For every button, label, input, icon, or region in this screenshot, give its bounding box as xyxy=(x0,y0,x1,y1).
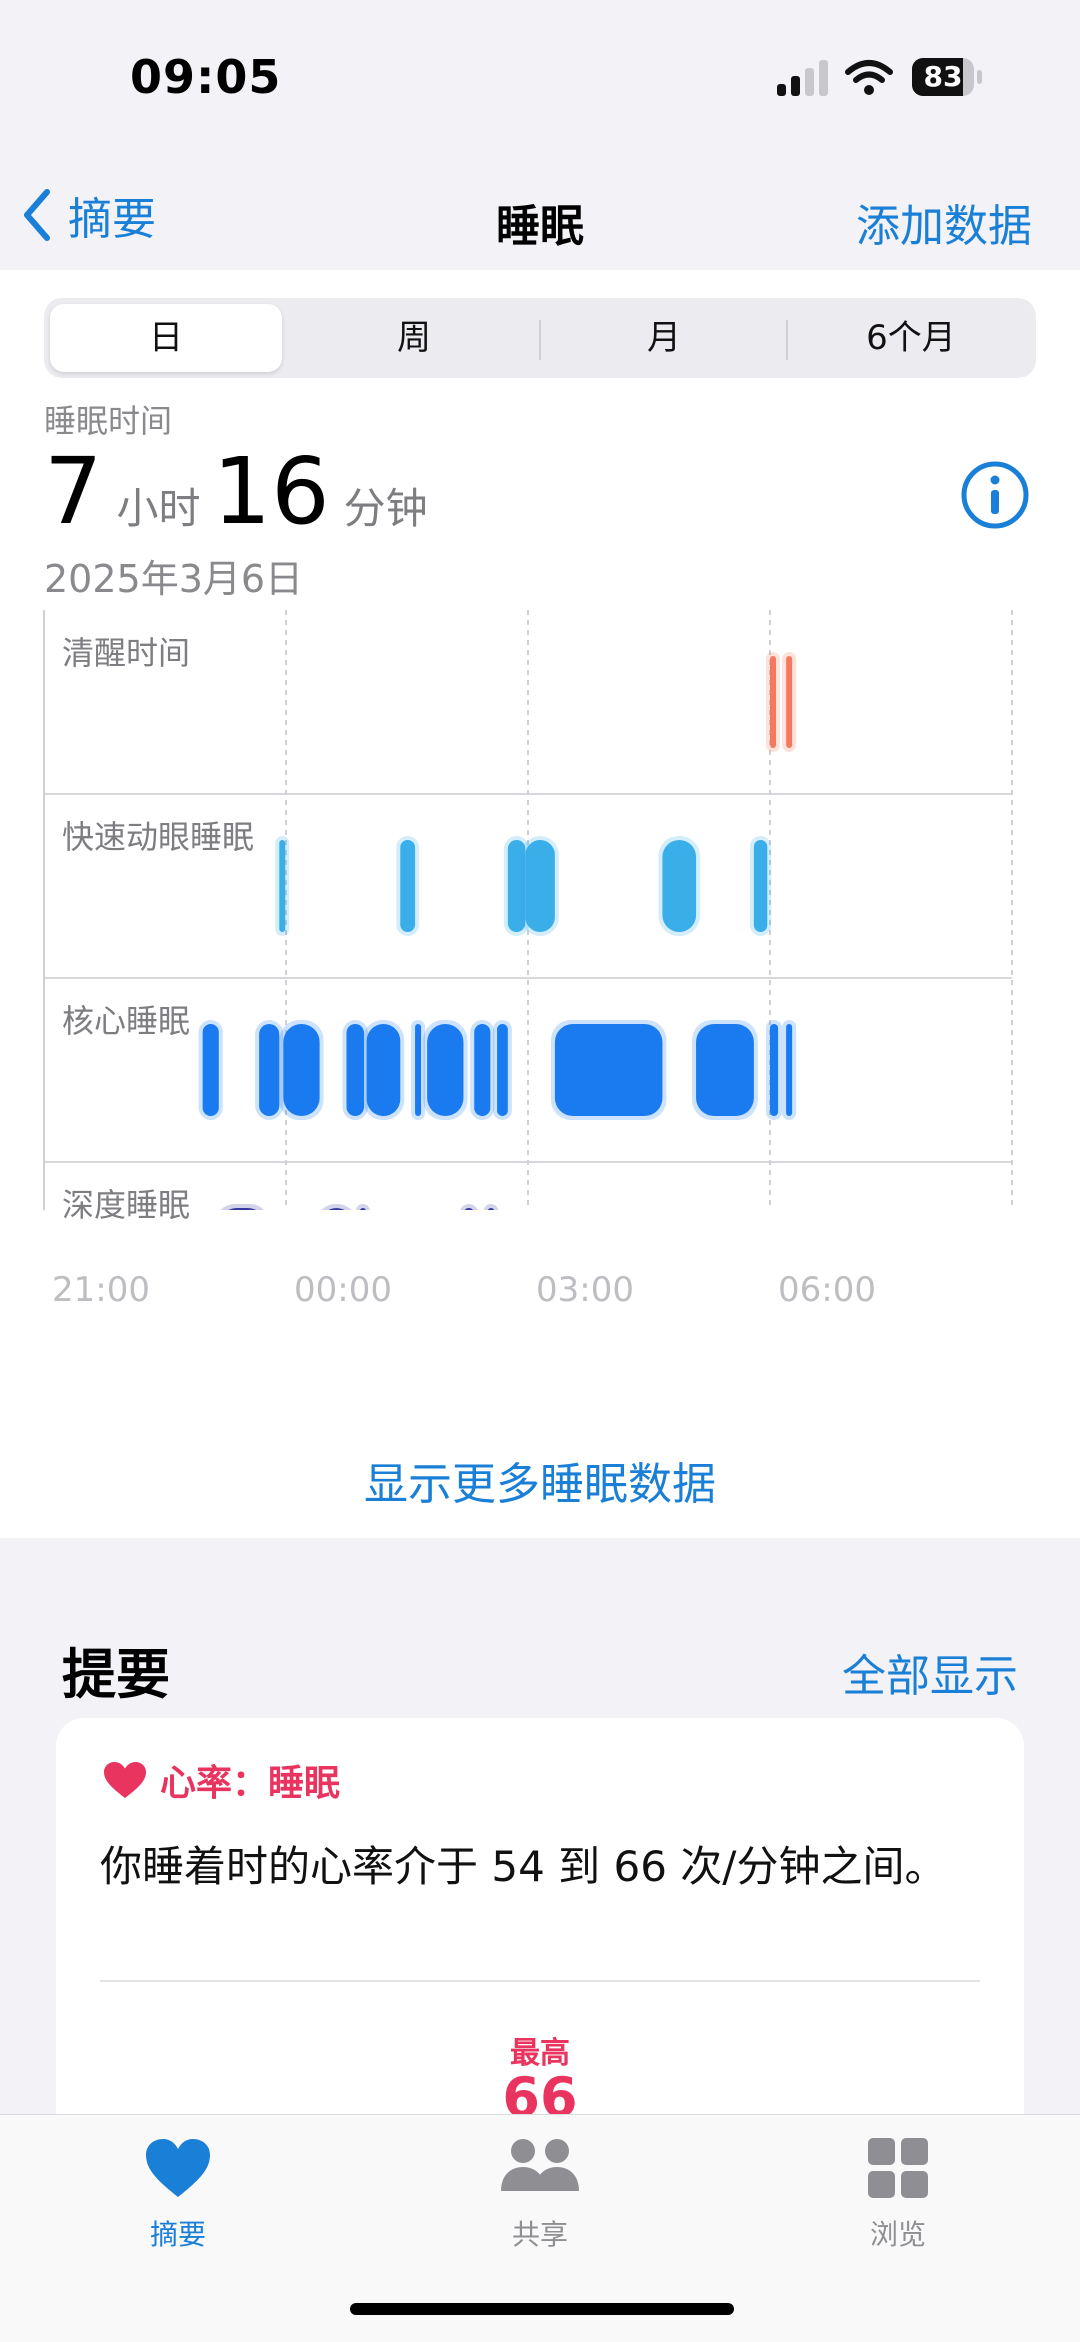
heart-icon xyxy=(104,1762,146,1798)
segment-day[interactable]: 日 xyxy=(50,304,282,372)
segment-month[interactable]: 月 xyxy=(544,304,784,372)
stage-label-core: 核心睡眠 xyxy=(62,1002,191,1040)
tab-summary-label: 摘要 xyxy=(149,2218,206,2251)
cellular-signal-icon xyxy=(777,60,828,96)
sleep-segment xyxy=(786,656,793,748)
tab-summary[interactable]: 摘要 xyxy=(88,2135,268,2253)
add-data-button[interactable]: 添加数据 xyxy=(856,190,1032,254)
hours-unit: 小时 xyxy=(116,484,201,533)
sleep-segment xyxy=(415,1024,422,1116)
card-divider xyxy=(100,1980,980,1982)
sleep-hours: 7 xyxy=(44,438,103,545)
sleep-date: 2025年3月6日 xyxy=(44,557,304,601)
home-indicator xyxy=(350,2303,734,2315)
tab-browse-label: 浏览 xyxy=(869,2218,926,2251)
grid-icon xyxy=(868,2138,928,2198)
sleep-card: 日 周 月 6个月 睡眠时间 7 小时 16 分钟 2025年3月6日 清醒时间… xyxy=(0,270,1080,1538)
stage-label-deep: 深度睡眠 xyxy=(62,1186,191,1224)
period-segmented-control: 日 周 月 6个月 xyxy=(44,298,1036,378)
sleep-duration: 7 小时 16 分钟 xyxy=(44,438,440,545)
sleep-segment xyxy=(283,1024,320,1116)
heart-icon xyxy=(146,2139,210,2197)
sleep-segment xyxy=(279,840,286,932)
battery-icon: 83 xyxy=(912,58,984,98)
x-tick-label: 03:00 xyxy=(536,1270,634,1310)
sleep-segment xyxy=(662,840,697,932)
people-icon xyxy=(501,2139,579,2191)
tab-sharing-label: 共享 xyxy=(511,2218,568,2251)
sleep-segment xyxy=(696,1024,754,1116)
tab-sharing[interactable]: 共享 xyxy=(450,2135,630,2253)
heart-rate-card-title: 心率：睡眠 xyxy=(160,1763,341,1804)
sleep-segment xyxy=(202,1024,219,1116)
segment-six-months[interactable]: 6个月 xyxy=(792,304,1030,372)
navigation-bar: 摘要 睡眠 添加数据 xyxy=(0,160,1080,270)
status-time: 09:05 xyxy=(130,50,282,104)
wifi-icon xyxy=(845,60,893,95)
sleep-chart-svg xyxy=(43,610,1013,1210)
x-tick-label: 06:00 xyxy=(778,1270,876,1310)
show-more-sleep-data-link[interactable]: 显示更多睡眠数据 xyxy=(0,1448,1080,1512)
sleep-segment xyxy=(346,1024,364,1116)
tab-browse[interactable]: 浏览 xyxy=(808,2135,988,2253)
sleep-segment xyxy=(366,1024,401,1116)
sleep-segment xyxy=(400,840,416,932)
sleep-segment xyxy=(753,840,768,932)
sleep-segment xyxy=(259,1024,280,1116)
stage-label-awake: 清醒时间 xyxy=(62,634,191,672)
sleep-segment xyxy=(770,1024,779,1116)
battery-level: 83 xyxy=(923,60,963,93)
sleep-segment xyxy=(525,840,555,932)
sleep-minutes: 16 xyxy=(212,438,330,545)
info-icon[interactable] xyxy=(960,460,1030,530)
minutes-unit: 分钟 xyxy=(343,484,428,533)
highlights-title: 提要 xyxy=(62,1643,170,1706)
heart-rate-summary-text: 你睡着时的心率介于 54 到 66 次/分钟之间。 xyxy=(100,1842,947,1891)
x-tick-label: 21:00 xyxy=(52,1270,150,1310)
show-all-button[interactable]: 全部显示 xyxy=(842,1640,1018,1704)
segment-week[interactable]: 周 xyxy=(294,304,534,372)
sleep-segment xyxy=(497,1024,508,1116)
sleep-segment xyxy=(786,1024,793,1116)
status-bar: 09:05 83 xyxy=(0,0,1080,150)
sleep-segment xyxy=(554,1024,663,1116)
heart-rate-card-heading: 心率：睡眠 xyxy=(102,1754,340,1806)
sleep-stages-chart: 清醒时间 快速动眼睡眠 核心睡眠 深度睡眠 xyxy=(0,610,1080,1224)
x-tick-label: 00:00 xyxy=(294,1270,392,1310)
stage-label-rem: 快速动眼睡眠 xyxy=(62,818,255,856)
sleep-segment xyxy=(474,1024,491,1116)
sleep-segment xyxy=(770,656,776,748)
sleep-time-label: 睡眠时间 xyxy=(44,402,173,440)
sleep-segment xyxy=(427,1024,464,1116)
